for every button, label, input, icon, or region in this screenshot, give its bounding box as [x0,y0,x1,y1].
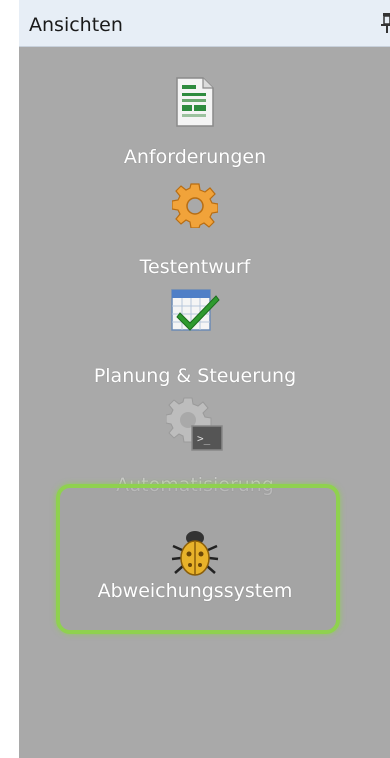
gear-icon [170,182,219,229]
panel-header: Ansichten [19,0,390,47]
svg-text:>_: >_ [197,432,211,445]
view-item-label: Planung & Steuerung [93,365,297,387]
views-panel: Ansichten Anforderungen Testentwurf Plan… [19,0,390,758]
view-item-label: Abweichungssystem [97,580,293,602]
pin-icon[interactable] [380,12,390,34]
calendar-check-icon [170,287,220,333]
bug-icon [170,528,220,578]
view-item-anforderungen[interactable]: Anforderungen [19,76,390,176]
view-item-planung-steuerung[interactable]: Planung & Steuerung [19,287,390,387]
view-item-abweichungssystem[interactable]: Abweichungssystem [19,528,390,628]
document-table-icon [175,76,215,128]
panel-title: Ansichten [29,14,123,36]
view-item-label: Testentwurf [139,256,251,278]
view-item-testentwurf[interactable]: Testentwurf [19,182,390,282]
view-item-label: Anforderungen [123,146,267,168]
gear-terminal-icon: >_ [165,396,224,454]
view-item-automatisierung[interactable]: >_ Automatisierung [19,396,390,496]
